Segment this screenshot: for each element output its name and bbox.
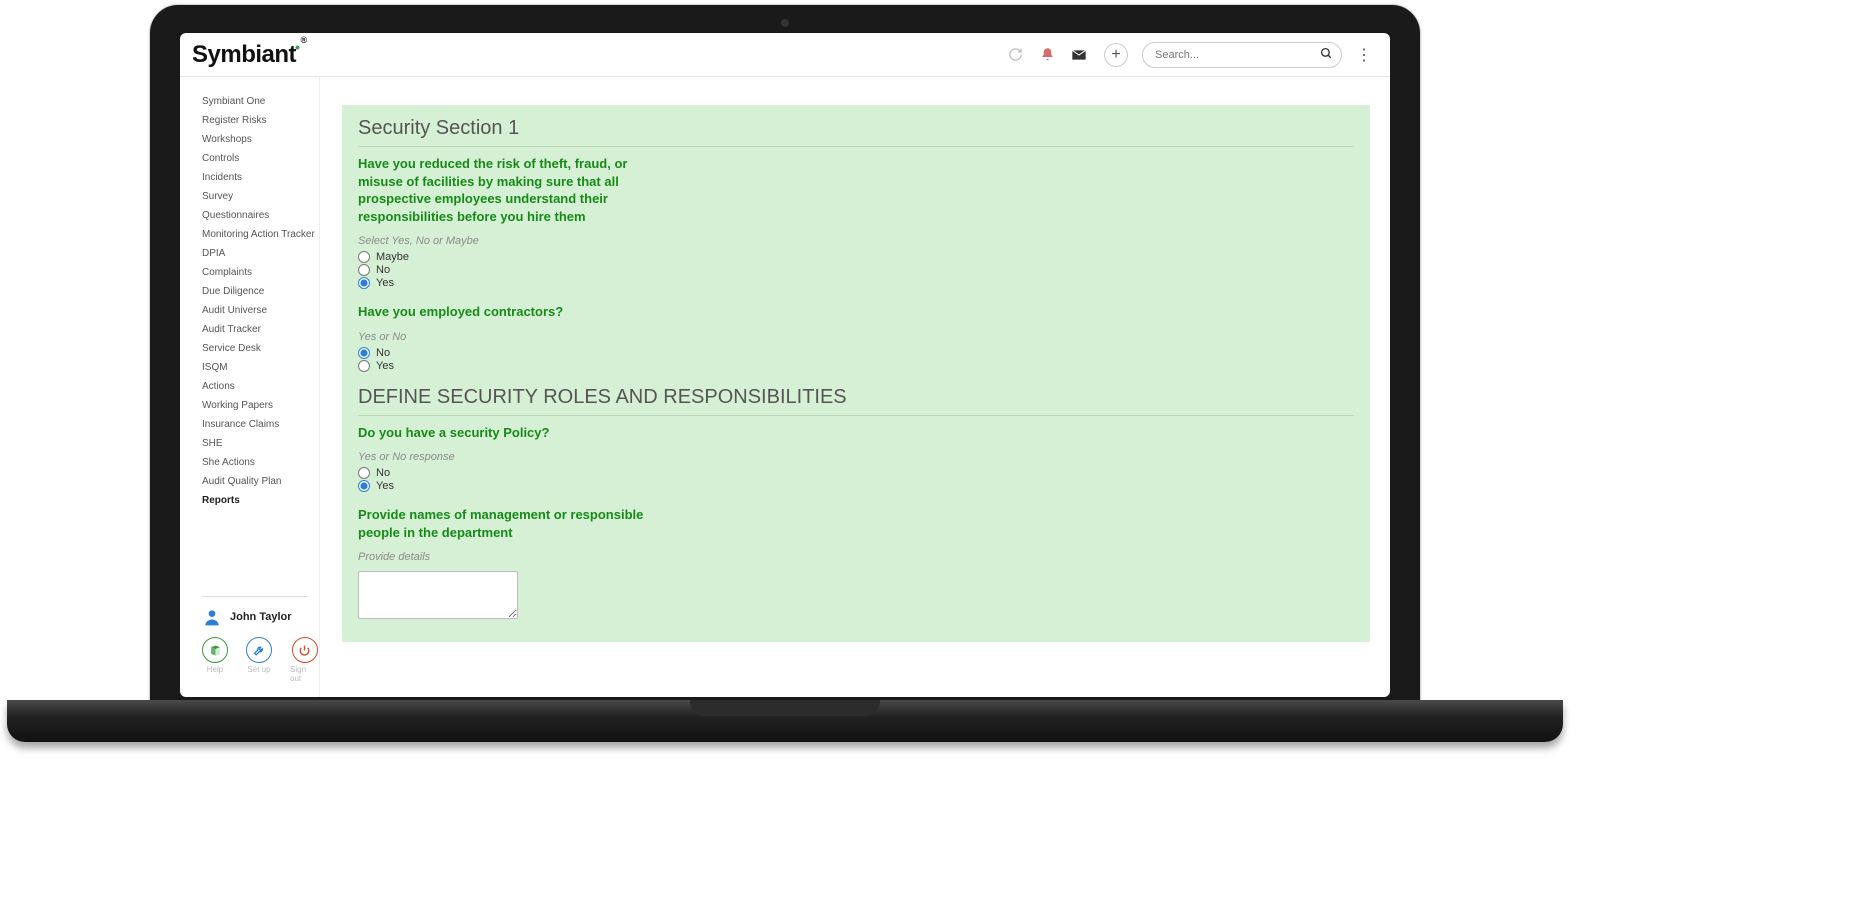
q1-option-no[interactable]: No (358, 264, 1354, 276)
add-button[interactable]: + (1104, 43, 1128, 67)
q2-label-yes: Yes (376, 360, 394, 372)
q2-radio-yes[interactable] (358, 360, 370, 372)
top-bar: Symbiant•® + ⋮ (180, 33, 1390, 77)
q3-label-no: No (376, 467, 390, 479)
details-textarea[interactable] (358, 571, 518, 619)
question-2-hint: Yes or No (358, 331, 1354, 343)
sidebar-item-she-actions[interactable]: She Actions (202, 456, 319, 469)
laptop-notch (690, 700, 880, 716)
brand-dot: • (295, 39, 299, 55)
question-3: Do you have a security Policy? (358, 424, 648, 442)
wrench-icon[interactable] (246, 637, 272, 663)
user-row[interactable]: John Taylor (202, 607, 319, 627)
sidebar-item-monitoring-action-tracker[interactable]: Monitoring Action Tracker (202, 228, 319, 241)
user-name: John Taylor (230, 611, 292, 623)
question-1-options: MaybeNoYes (358, 251, 1354, 289)
question-1: Have you reduced the risk of theft, frau… (358, 155, 648, 225)
brand-reg: ® (300, 35, 306, 45)
help-icon[interactable] (202, 637, 228, 663)
sidebar-item-due-diligence[interactable]: Due Diligence (202, 285, 319, 298)
q1-label-yes: Yes (376, 277, 394, 289)
avatar-icon (202, 607, 222, 627)
help-label: Help (207, 665, 223, 674)
sidebar: Symbiant One Register Risks Workshops Contr… (180, 77, 320, 697)
nav-list: Symbiant One Register Risks Workshops Contr… (202, 95, 319, 507)
overflow-menu-icon[interactable]: ⋮ (1352, 45, 1376, 65)
question-2-options: NoYes (358, 347, 1354, 372)
search-box[interactable] (1142, 42, 1342, 68)
q1-option-yes[interactable]: Yes (358, 277, 1354, 289)
q1-option-maybe[interactable]: Maybe (358, 251, 1354, 263)
brand-logo: Symbiant•® (192, 41, 313, 69)
laptop-camera (781, 19, 789, 27)
q2-radio-no[interactable] (358, 347, 370, 359)
setup-label: Set up (247, 665, 270, 674)
sidebar-item-workshops[interactable]: Workshops (202, 133, 319, 146)
q1-label-maybe: Maybe (376, 251, 409, 263)
setup-action[interactable]: Set up (246, 637, 272, 683)
search-icon[interactable] (1320, 47, 1333, 63)
laptop-base (7, 700, 1563, 742)
q2-option-no[interactable]: No (358, 347, 1354, 359)
form-panel: Security Section 1 Have you reduced the … (342, 105, 1370, 642)
q2-label-no: No (376, 347, 390, 359)
power-icon[interactable] (292, 637, 318, 663)
sidebar-item-complaints[interactable]: Complaints (202, 266, 319, 279)
q1-label-no: No (376, 264, 390, 276)
refresh-icon[interactable] (1004, 44, 1026, 66)
sidebar-item-audit-tracker[interactable]: Audit Tracker (202, 323, 319, 336)
sidebar-item-isqm[interactable]: ISQM (202, 361, 319, 374)
sidebar-item-dpia[interactable]: DPIA (202, 247, 319, 260)
q3-option-no[interactable]: No (358, 467, 1354, 479)
sidebar-item-symbiant-one[interactable]: Symbiant One (202, 95, 319, 108)
bottom-actions: Help Set up Sign out (202, 637, 319, 683)
q1-radio-maybe[interactable] (358, 251, 370, 263)
sidebar-item-questionnaires[interactable]: Questionnaires (202, 209, 319, 222)
content-area: Security Section 1 Have you reduced the … (320, 77, 1390, 697)
question-3-hint: Yes or No response (358, 451, 1354, 463)
q3-option-yes[interactable]: Yes (358, 480, 1354, 492)
sidebar-item-she[interactable]: SHE (202, 437, 319, 450)
sidebar-item-register-risks[interactable]: Register Risks (202, 114, 319, 127)
sidebar-divider (202, 596, 307, 597)
laptop-frame: Symbiant•® + ⋮ Symbian (150, 5, 1420, 705)
question-1-hint: Select Yes, No or Maybe (358, 235, 1354, 247)
q1-radio-no[interactable] (358, 264, 370, 276)
sidebar-item-audit-quality-plan[interactable]: Audit Quality Plan (202, 475, 319, 488)
search-input[interactable] (1155, 49, 1314, 61)
q1-radio-yes[interactable] (358, 277, 370, 289)
sidebar-item-actions[interactable]: Actions (202, 380, 319, 393)
section-1-title: Security Section 1 (358, 117, 1354, 147)
q3-label-yes: Yes (376, 480, 394, 492)
signout-action[interactable]: Sign out (290, 637, 319, 683)
q3-radio-yes[interactable] (358, 480, 370, 492)
section-2-title: DEFINE SECURITY ROLES AND RESPONSIBILITI… (358, 386, 1354, 416)
question-4-hint: Provide details (358, 551, 1354, 563)
question-4: Provide names of management or responsib… (358, 506, 648, 541)
sidebar-item-controls[interactable]: Controls (202, 152, 319, 165)
sidebar-item-service-desk[interactable]: Service Desk (202, 342, 319, 355)
sidebar-item-incidents[interactable]: Incidents (202, 171, 319, 184)
main-layout: Symbiant One Register Risks Workshops Contr… (180, 77, 1390, 697)
brand-text: Symbiant (192, 41, 296, 68)
sidebar-item-audit-universe[interactable]: Audit Universe (202, 304, 319, 317)
mail-icon[interactable] (1068, 44, 1090, 66)
bell-icon[interactable] (1036, 44, 1058, 66)
app-screen: Symbiant•® + ⋮ Symbian (180, 33, 1390, 697)
sidebar-item-survey[interactable]: Survey (202, 190, 319, 203)
signout-label: Sign out (290, 665, 319, 683)
q3-radio-no[interactable] (358, 467, 370, 479)
sidebar-item-working-papers[interactable]: Working Papers (202, 399, 319, 412)
sidebar-item-reports[interactable]: Reports (202, 494, 319, 507)
help-action[interactable]: Help (202, 637, 228, 683)
question-3-options: NoYes (358, 467, 1354, 492)
question-2: Have you employed contractors? (358, 303, 648, 321)
sidebar-item-insurance-claims[interactable]: Insurance Claims (202, 418, 319, 431)
q2-option-yes[interactable]: Yes (358, 360, 1354, 372)
